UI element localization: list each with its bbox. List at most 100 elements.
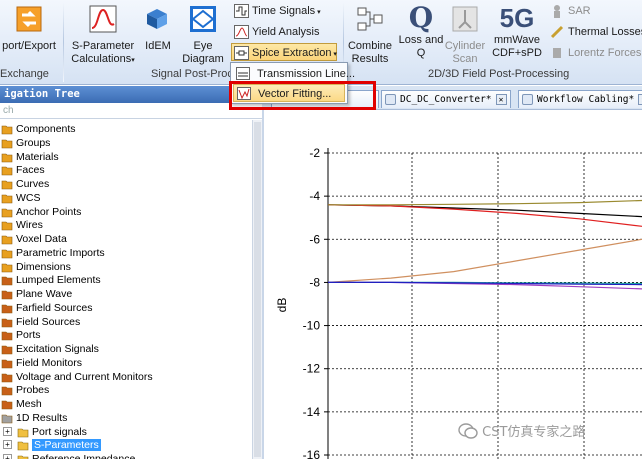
sar-icon <box>554 5 560 18</box>
tree-item[interactable]: Farfield Sources <box>0 301 92 315</box>
tab-workflow-cabling[interactable]: Workflow Cabling* ✕ <box>518 90 642 108</box>
tree-item[interactable]: Field Monitors <box>0 356 82 370</box>
tree-item[interactable]: Ports <box>0 328 41 342</box>
folder-icon <box>1 233 13 245</box>
tree-item[interactable]: WCS <box>0 191 41 205</box>
navigation-search-input[interactable]: ch <box>0 103 262 119</box>
mmwave-label-1: mmWave <box>493 34 541 46</box>
sar-button[interactable]: SAR <box>548 2 591 20</box>
tree-item[interactable]: Field Sources <box>0 315 80 329</box>
tree-child-item[interactable]: + S-Parameters <box>3 438 101 452</box>
tree-item-label: WCS <box>16 191 41 204</box>
import-export-button[interactable]: port/Export <box>0 4 58 53</box>
y-tick-label: -14 <box>303 405 321 419</box>
folder-icon <box>1 164 13 176</box>
folder-icon <box>1 357 13 369</box>
tree-item-label: Lumped Elements <box>16 274 101 287</box>
close-icon[interactable]: ✕ <box>638 94 642 105</box>
expand-icon[interactable]: + <box>3 426 12 436</box>
loss-and-q-button[interactable]: Q Loss and Q <box>398 2 444 60</box>
tree-item-label: Plane Wave <box>16 288 73 300</box>
s-parameter-calculations-button[interactable]: S-Parameter Calculations▾ <box>70 4 136 67</box>
folder-icon <box>1 247 13 259</box>
thermal-losses-button[interactable]: Thermal Losses <box>548 23 642 41</box>
cylinder-scan-button[interactable]: Cylinder Scan <box>444 4 486 66</box>
tree-item[interactable]: Voxel Data <box>0 232 67 246</box>
tree-item[interactable]: Excitation Signals <box>0 342 99 356</box>
y-tick-label: -10 <box>303 319 321 333</box>
tree-item[interactable]: Anchor Points <box>0 205 81 219</box>
idem-icon <box>147 9 167 29</box>
thermal-losses-icon <box>550 25 564 39</box>
tree-item-label: Probes <box>16 384 50 397</box>
tree-child-item[interactable]: + Port signals <box>3 425 87 439</box>
tree-item[interactable]: Dimensions <box>0 260 71 274</box>
combine-label-1: Combine <box>347 40 393 52</box>
tab-dc-dc-converter[interactable]: DC_DC_Converter* ✕ <box>381 90 511 108</box>
expand-icon[interactable]: + <box>3 454 12 459</box>
tree-item[interactable]: Wires <box>0 218 43 232</box>
tree-item-label: Wires <box>16 219 43 232</box>
folder-icon <box>1 412 13 424</box>
tree-item-label: Dimensions <box>16 260 71 273</box>
close-icon[interactable]: ✕ <box>495 94 507 105</box>
document-icon <box>385 94 396 105</box>
yield-analysis-button[interactable]: Yield Analysis <box>232 23 319 41</box>
transmission-line-icon <box>236 67 250 80</box>
folder-icon <box>17 426 29 438</box>
tree-scrollbar[interactable] <box>252 120 262 459</box>
tree-item[interactable]: Curves <box>0 177 49 191</box>
tree-item-label: Voltage and Current Monitors <box>16 370 153 383</box>
tree-item[interactable]: Mesh <box>0 397 42 411</box>
tree-item-label: Parametric Imports <box>16 246 105 259</box>
highlight-box <box>229 81 376 110</box>
tree-item[interactable]: Components <box>0 122 76 136</box>
tree-item-label: Farfield Sources <box>16 301 93 314</box>
tree-item[interactable]: Plane Wave <box>0 287 72 301</box>
tree-item-label: Curves <box>16 178 50 190</box>
time-signals-button[interactable]: Time Signals ▾ <box>232 2 321 20</box>
lorentz-forces-button[interactable]: Lorentz Forces <box>548 44 641 62</box>
tree-item[interactable]: Probes <box>0 383 49 397</box>
tree-child-item[interactable]: + Reference Impedance <box>3 452 136 459</box>
s-parameter-label-1: S-Parameter <box>71 40 135 52</box>
folder-icon <box>17 439 29 451</box>
folder-icon <box>1 343 13 355</box>
s-parameter-icon <box>89 5 117 33</box>
folder-icon <box>1 261 13 273</box>
tree-item[interactable]: Faces <box>0 163 45 177</box>
mmwave-label-2: CDF+sPD <box>492 47 542 59</box>
tree-item-label: Field Monitors <box>16 356 82 369</box>
mmwave-button[interactable]: 5G mmWave CDF+sPD <box>492 2 542 60</box>
s-parameter-chart: -2 -4 -6 -8 -10 -12 -14 -16 dB <box>264 120 642 459</box>
scrollbar-thumb[interactable] <box>254 122 261 457</box>
series-line <box>327 238 642 283</box>
lorentz-forces-icon <box>553 48 561 58</box>
tree-item[interactable]: Lumped Elements <box>0 273 101 287</box>
tree-item[interactable]: Materials <box>0 150 59 164</box>
tree-item-label: Faces <box>16 164 45 177</box>
eye-diagram-icon <box>190 6 216 32</box>
combine-results-button[interactable]: Combine Results <box>346 4 394 66</box>
wechat-icon <box>458 423 478 439</box>
spice-extraction-button[interactable]: Spice Extraction ▾ <box>231 43 337 61</box>
expand-icon[interactable]: + <box>3 440 12 450</box>
tree-item[interactable]: Voltage and Current Monitors <box>0 370 153 384</box>
tree-item[interactable]: Parametric Imports <box>0 246 105 260</box>
5g-icon: 5G <box>499 3 535 33</box>
time-signals-icon <box>234 4 249 18</box>
tree-item-label: Reference Impedance <box>32 453 136 459</box>
tree-item[interactable]: 1D Results <box>0 411 67 425</box>
navigation-tree: Components Groups Materials Faces Curves WCS A… <box>0 120 252 459</box>
tree-item-label: Groups <box>16 136 51 149</box>
eye-diagram-button[interactable]: Eye Diagram <box>180 4 226 66</box>
y-axis-label: dB <box>275 298 289 313</box>
tree-item-label: Voxel Data <box>16 233 67 245</box>
tree-item[interactable]: Groups <box>0 136 50 150</box>
import-export-label: port/Export <box>2 40 56 52</box>
cylinder-label-2: Scan <box>452 53 478 65</box>
y-tick-label: -12 <box>303 362 321 376</box>
idem-button[interactable]: IdEM <box>140 4 176 53</box>
group-exchange-label: Exchange <box>0 68 49 80</box>
folder-icon <box>1 371 13 383</box>
